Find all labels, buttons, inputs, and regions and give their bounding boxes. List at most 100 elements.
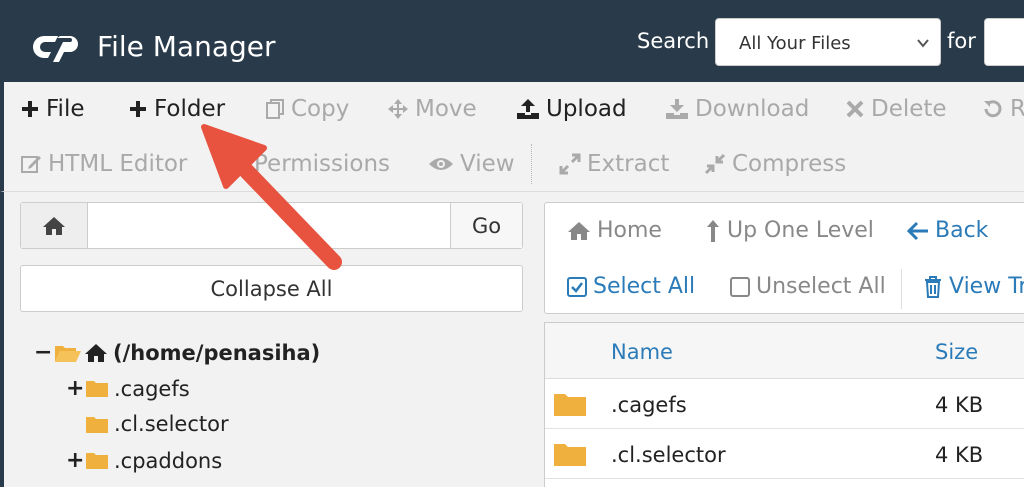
new-folder-button[interactable]: Folder [128, 96, 225, 122]
view-label: View [460, 151, 515, 177]
key-icon [228, 155, 246, 174]
app-title: File Manager [97, 30, 276, 63]
eye-icon [429, 158, 453, 170]
tree-item-label: .cagefs [114, 376, 190, 401]
copy-button[interactable]: Copy [265, 96, 349, 122]
table-header: Name Size [545, 323, 1024, 379]
file-table: Name Size .cagefs 4 KB .cl.selector 4 KB [544, 322, 1024, 487]
chevron-down-icon [917, 39, 929, 48]
delete-label: Delete [871, 96, 947, 122]
navigation-bar: Home Up One Level Back Select All Unsele… [544, 202, 1024, 314]
extract-button[interactable]: Extract [559, 151, 669, 177]
header-bar: File Manager Search All Your Files for [0, 0, 1024, 82]
tree-item-label: .cpaddons [114, 448, 223, 473]
file-size: 4 KB [935, 393, 984, 417]
unselect-all-label: Unselect All [756, 274, 886, 299]
for-label: for [947, 29, 976, 53]
html-editor-button[interactable]: HTML Editor [20, 151, 187, 177]
collapse-toggle[interactable]: − [34, 340, 52, 365]
new-file-button[interactable]: File [20, 96, 85, 122]
folder-icon [86, 381, 108, 397]
tree-item-label: .cl.selector [114, 412, 229, 436]
new-folder-label: Folder [154, 96, 226, 122]
move-label: Move [415, 96, 477, 122]
plus-icon [130, 101, 146, 117]
search-scope-select[interactable]: All Your Files [715, 18, 941, 66]
directory-tree-panel: Go Collapse All − (/home/penasiha) + .ca… [0, 192, 540, 487]
path-input[interactable] [89, 203, 451, 248]
table-row[interactable]: .cagefs 4 KB [545, 379, 1024, 429]
close-icon [846, 100, 864, 118]
toolbar-divider [531, 144, 532, 184]
download-label: Download [695, 96, 810, 122]
view-button[interactable]: View [428, 151, 515, 177]
folder-icon [86, 453, 108, 469]
tree-item-root[interactable]: − (/home/penasiha) [34, 340, 320, 365]
view-trash-label: View Tr [949, 274, 1024, 299]
up-one-level-button[interactable]: Up One Level [705, 218, 874, 243]
table-row[interactable]: .cl.selector 4 KB [545, 429, 1024, 479]
name-column-header[interactable]: Name [611, 340, 673, 364]
checkbox-checked-icon [567, 276, 587, 297]
html-editor-label: HTML Editor [48, 151, 188, 177]
search-scope-value: All Your Files [739, 33, 851, 54]
home-nav-button[interactable]: Home [567, 218, 662, 243]
collapse-all-button[interactable]: Collapse All [20, 265, 523, 312]
copy-label: Copy [291, 96, 350, 122]
tree-item-cl-selector[interactable]: .cl.selector [66, 412, 229, 436]
permissions-label: Permissions [254, 151, 391, 177]
home-nav-label: Home [597, 218, 662, 243]
back-button[interactable]: Back [907, 218, 988, 243]
search-label: Search [637, 29, 710, 53]
move-button[interactable]: Move [387, 96, 477, 122]
nav-divider [901, 269, 902, 309]
expand-toggle[interactable]: + [66, 448, 84, 473]
file-list-panel: Home Up One Level Back Select All Unsele… [540, 192, 1024, 487]
folder-icon [554, 394, 586, 416]
tree-item-label: (/home/penasiha) [113, 340, 321, 365]
search-input[interactable] [984, 18, 1024, 66]
compress-button[interactable]: Compress [704, 151, 846, 177]
folder-icon [554, 444, 586, 466]
folder-open-icon [55, 345, 81, 362]
compress-label: Compress [732, 151, 847, 177]
tree-item-cagefs[interactable]: + .cagefs [66, 376, 190, 401]
move-icon [388, 99, 408, 119]
extract-label: Extract [587, 151, 670, 177]
expand-icon [559, 153, 581, 175]
path-bar: Go [20, 202, 523, 249]
arrow-left-icon [907, 221, 928, 240]
new-file-label: File [46, 96, 85, 122]
toolbar: File Folder Copy Move Upload Download De… [0, 82, 1024, 192]
trash-icon [925, 275, 941, 298]
view-trash-button[interactable]: View Tr [923, 274, 1024, 299]
restore-icon [984, 100, 1002, 118]
file-size: 4 KB [935, 443, 984, 467]
file-name: .cl.selector [611, 443, 726, 467]
download-button[interactable]: Download [665, 96, 809, 122]
upload-label: Upload [546, 96, 627, 122]
select-all-label: Select All [593, 274, 696, 299]
upload-icon [517, 99, 539, 119]
copy-icon [266, 99, 284, 119]
restore-button[interactable]: R [982, 96, 1024, 122]
home-button[interactable] [21, 203, 88, 248]
edit-icon [21, 156, 41, 173]
up-one-level-label: Up One Level [727, 218, 874, 243]
back-label: Back [935, 218, 989, 243]
select-all-button[interactable]: Select All [567, 274, 695, 299]
tree-item-cpaddons[interactable]: + .cpaddons [66, 448, 222, 473]
unselect-all-button[interactable]: Unselect All [730, 274, 886, 299]
level-up-icon [707, 219, 719, 242]
expand-toggle[interactable]: + [66, 376, 84, 401]
home-icon [568, 221, 590, 240]
permissions-button[interactable]: Permissions [226, 151, 390, 177]
size-column-header[interactable]: Size [935, 340, 978, 364]
upload-button[interactable]: Upload [516, 96, 627, 122]
checkbox-empty-icon [730, 276, 750, 297]
download-icon [666, 99, 688, 119]
plus-icon [22, 101, 38, 117]
restore-label: R [1010, 96, 1024, 122]
delete-button[interactable]: Delete [845, 96, 947, 122]
go-button[interactable]: Go [450, 203, 522, 248]
